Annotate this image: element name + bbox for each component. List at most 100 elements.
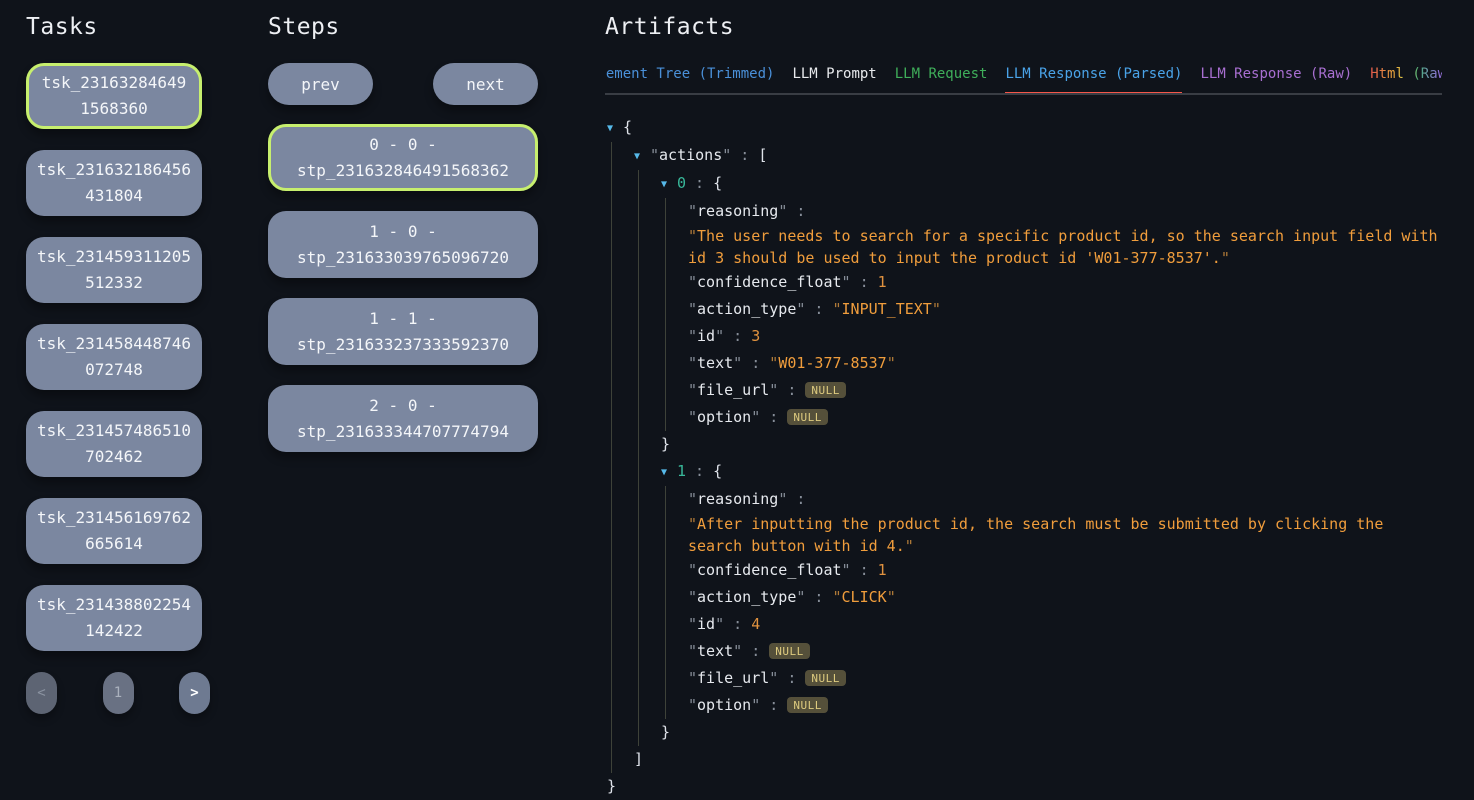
json-token: " [688, 273, 697, 291]
json-token: " [842, 273, 851, 291]
json-children: "reasoning" : "After inputting the produ… [665, 486, 1442, 719]
null-badge: NULL [769, 643, 810, 659]
json-token: " [688, 561, 697, 579]
artifact-tab[interactable]: LLM Request [895, 66, 988, 95]
collapse-toggle-icon[interactable]: ▼ [634, 147, 650, 166]
json-node: "confidence_float" : 1 [688, 557, 1442, 584]
json-close-bracket: } [661, 723, 670, 741]
json-string-value: INPUT_TEXT [842, 300, 932, 318]
collapse-toggle-icon[interactable]: ▼ [661, 175, 677, 194]
task-button[interactable]: tsk_231457486510702462 [26, 411, 202, 477]
json-key: action_type [697, 588, 796, 606]
json-line: "id" : 3 [688, 323, 1442, 350]
json-key: id [697, 327, 715, 345]
task-button[interactable]: tsk_231632186456431804 [26, 150, 202, 216]
json-node: "action_type" : "CLICK" [688, 584, 1442, 611]
json-token: " [887, 354, 896, 372]
json-string-value: CLICK [842, 588, 887, 606]
json-line: "action_type" : "INPUT_TEXT" [688, 296, 1442, 323]
json-number-value: 1 [878, 561, 887, 579]
json-token: : [760, 696, 787, 714]
json-node: "text" : NULL [688, 638, 1442, 665]
step-button[interactable]: 1 - 0 - stp_231633039765096720 [268, 211, 538, 278]
artifact-tab-bar: Element Tree (Trimmed) LLM Prompt LLM Requ… [605, 66, 1442, 95]
json-line: "option" : NULL [688, 404, 1442, 431]
artifact-tab[interactable]: Html (Raw) [1370, 66, 1442, 95]
collapse-toggle-icon[interactable]: ▼ [607, 119, 623, 138]
json-line: "file_url" : NULL [688, 377, 1442, 404]
json-node: "reasoning" : "The user needs to search … [688, 198, 1442, 269]
json-token: " [688, 202, 697, 220]
json-number-value: 1 [878, 273, 887, 291]
task-button[interactable]: tsk_231459311205512332 [26, 237, 202, 303]
json-close-bracket: } [661, 435, 670, 453]
json-token: : [778, 381, 805, 399]
pagination-prev-button[interactable]: < [26, 672, 57, 714]
json-token: " [733, 642, 742, 660]
steps-prev-button[interactable]: prev [268, 63, 373, 105]
json-line: ▼0 : { [661, 170, 1442, 198]
json-key: reasoning [697, 490, 778, 508]
json-token: " [769, 354, 778, 372]
json-token: " [688, 515, 697, 533]
json-token: : [724, 615, 751, 633]
step-button[interactable]: 1 - 1 - stp_231633237333592370 [268, 298, 538, 365]
json-line: "text" : NULL [688, 638, 1442, 665]
json-token: " [778, 202, 787, 220]
json-open-bracket: { [623, 118, 632, 136]
json-line: "reasoning" : [688, 198, 1442, 225]
json-node: "id" : 4 [688, 611, 1442, 638]
step-button[interactable]: 2 - 0 - stp_231633344707774794 [268, 385, 538, 452]
json-node: "option" : NULL [688, 692, 1442, 719]
json-token: " [688, 615, 697, 633]
artifact-tab[interactable]: LLM Response (Raw) [1200, 66, 1352, 95]
task-button[interactable]: tsk_231456169762665614 [26, 498, 202, 564]
json-token: " [688, 327, 697, 345]
json-token: " [688, 381, 697, 399]
steps-title: Steps [268, 12, 538, 44]
json-token: " [688, 588, 697, 606]
json-string-text: After inputting the product id, the sear… [688, 515, 1392, 555]
task-list: tsk_231632846491568360 tsk_23163218645643… [26, 63, 202, 651]
json-line: "confidence_float" : 1 [688, 557, 1442, 584]
step-button[interactable]: 0 - 0 - stp_231632846491568362 [268, 124, 538, 191]
json-key: text [697, 354, 733, 372]
json-node: "file_url" : NULL [688, 665, 1442, 692]
pagination-next-button[interactable]: > [179, 672, 210, 714]
collapse-toggle-icon[interactable]: ▼ [661, 463, 677, 482]
json-node: ▼0 : {"reasoning" : "The user needs to s… [661, 170, 1442, 458]
json-token: : [805, 588, 832, 606]
json-token: : [805, 300, 832, 318]
tasks-title: Tasks [26, 12, 202, 44]
json-token: " [751, 408, 760, 426]
null-badge: NULL [805, 382, 846, 398]
pagination-page-button[interactable]: 1 [103, 672, 134, 714]
json-line: ▼"actions" : [ [634, 142, 1442, 170]
json-line: } [661, 431, 1442, 458]
json-key: option [697, 408, 751, 426]
json-token: " [887, 588, 896, 606]
json-number-value: 3 [751, 327, 760, 345]
json-node: "action_type" : "INPUT_TEXT" [688, 296, 1442, 323]
json-string-value: "The user needs to search for a specific… [688, 225, 1442, 269]
artifact-tab[interactable]: LLM Prompt [792, 66, 876, 95]
json-token: " [688, 696, 697, 714]
artifact-tab[interactable]: LLM Response (Parsed) [1005, 66, 1182, 95]
task-button[interactable]: tsk_231438802254142422 [26, 585, 202, 651]
json-token: " [715, 327, 724, 345]
json-token: " [688, 300, 697, 318]
json-token: " [751, 696, 760, 714]
json-token: " [733, 354, 742, 372]
json-line: "id" : 4 [688, 611, 1442, 638]
json-line: } [607, 773, 1442, 800]
json-token: : [760, 408, 787, 426]
json-key: confidence_float [697, 273, 842, 291]
json-node: "option" : NULL [688, 404, 1442, 431]
steps-next-button[interactable]: next [433, 63, 538, 105]
json-line: "reasoning" : [688, 486, 1442, 513]
json-token: " [932, 300, 941, 318]
task-button[interactable]: tsk_231632846491568360 [26, 63, 202, 129]
json-number-value: 4 [751, 615, 760, 633]
artifact-tab[interactable]: Element Tree (Trimmed) [605, 66, 774, 95]
task-button[interactable]: tsk_231458448746072748 [26, 324, 202, 390]
